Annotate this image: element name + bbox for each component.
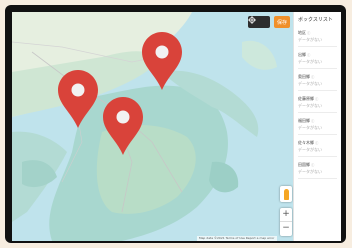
list-item-status: データがない xyxy=(298,125,322,130)
zoom-control: + − xyxy=(280,208,292,236)
box-list-panel: ボックスリスト 地区 ⓘ データがない 出郷 ⓘ データがない 奥田郷 ⓘ デー… xyxy=(293,12,341,241)
info-icon: ⓘ xyxy=(307,31,311,35)
info-icon: ⓘ xyxy=(311,163,315,167)
app-screen: 保存 + − Map data ©2021 Terms of Use Repor… xyxy=(12,12,341,241)
list-item-name: 佐藤原郷 xyxy=(298,96,314,101)
street-view-pegman[interactable] xyxy=(280,186,292,202)
list-item[interactable]: 奥田郷 ⓘ データがない xyxy=(298,72,337,91)
list-item[interactable]: 出郷 ⓘ データがない xyxy=(298,50,337,69)
pegman-icon xyxy=(283,188,289,200)
list-item[interactable]: 佐々木郷 ⓘ データがない xyxy=(298,138,337,157)
list-item-status: データがない xyxy=(298,37,322,42)
map-attribution: Map data ©2021 Terms of Use Report a map… xyxy=(197,236,277,241)
list-item-status: データがない xyxy=(298,81,322,86)
list-item-name: 佐々木郷 xyxy=(298,140,314,145)
zoom-in-button[interactable]: + xyxy=(280,208,292,222)
crosshair-icon xyxy=(248,16,256,24)
info-icon: ⓘ xyxy=(311,119,315,123)
list-item-status: データがない xyxy=(298,147,322,152)
list-item-name: 田園郷 xyxy=(298,162,310,167)
map-canvas[interactable] xyxy=(12,12,293,241)
map-view[interactable]: 保存 + − Map data ©2021 Terms of Use Repor… xyxy=(12,12,293,241)
save-button[interactable]: 保存 xyxy=(274,16,290,28)
info-icon: ⓘ xyxy=(311,75,315,79)
info-icon: ⓘ xyxy=(307,53,311,57)
list-item-status: データがない xyxy=(298,103,322,108)
list-item[interactable]: 地区 ⓘ データがない xyxy=(298,28,337,47)
info-icon: ⓘ xyxy=(315,141,319,145)
list-item[interactable]: 福田郷 ⓘ データがない xyxy=(298,116,337,135)
list-item-name: 出郷 xyxy=(298,52,306,57)
list-item[interactable]: 田園郷 ⓘ データがない xyxy=(298,160,337,179)
info-icon: ⓘ xyxy=(315,97,319,101)
panel-title: ボックスリスト xyxy=(298,17,333,23)
list-item-status: データがない xyxy=(298,169,322,174)
list-item-name: 福田郷 xyxy=(298,118,310,123)
list-item-name: 地区 xyxy=(298,30,306,35)
list-item[interactable]: 佐藤原郷 ⓘ データがない xyxy=(298,94,337,113)
list-item-name: 奥田郷 xyxy=(298,74,310,79)
zoom-out-button[interactable]: − xyxy=(280,222,292,236)
locate-button[interactable] xyxy=(248,16,270,28)
list-item-status: データがない xyxy=(298,59,322,64)
